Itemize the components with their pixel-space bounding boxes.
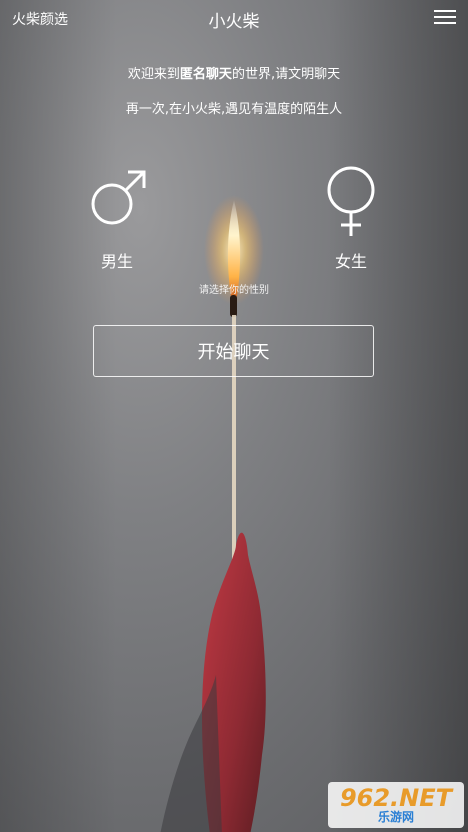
gender-hint: 请选择你的性别 <box>199 285 269 296</box>
menu-icon-line <box>434 16 456 18</box>
menu-icon-line <box>434 22 456 24</box>
male-label: 男生 <box>100 252 133 271</box>
match-tip <box>230 295 237 317</box>
watermark-site-name: 乐游网 <box>377 810 414 824</box>
welcome-prefix: 欢迎来到 <box>127 67 180 82</box>
menu-icon-line <box>434 10 456 12</box>
gender-female-option[interactable]: 女生 <box>316 166 386 272</box>
male-symbol-icon <box>91 170 146 225</box>
start-chat-button[interactable]: 开始聊天 <box>93 325 374 377</box>
site-watermark: 962.NET 乐游网 <box>328 782 464 828</box>
hand <box>202 532 266 832</box>
background-vignette <box>0 0 468 832</box>
welcome-suffix: 的世界,请文明聊天 <box>231 67 341 82</box>
tagline-text: 再一次,在小火柴,遇见有温度的陌生人 <box>125 102 343 117</box>
welcome-highlight: 匿名聊天 <box>179 67 232 82</box>
menu-icon[interactable] <box>434 8 456 26</box>
app-header: 火柴颜选 小火柴 <box>0 0 468 36</box>
watermark-logo-text: 962.NET <box>339 784 453 812</box>
gender-male-option[interactable]: 男生 <box>82 168 152 272</box>
hand-shadow <box>160 675 222 832</box>
app-title: 小火柴 <box>208 12 260 32</box>
female-symbol-icon <box>327 166 375 236</box>
female-label: 女生 <box>334 252 367 271</box>
welcome-text: 欢迎来到匿名聊天的世界,请文明聊天 <box>0 63 468 82</box>
